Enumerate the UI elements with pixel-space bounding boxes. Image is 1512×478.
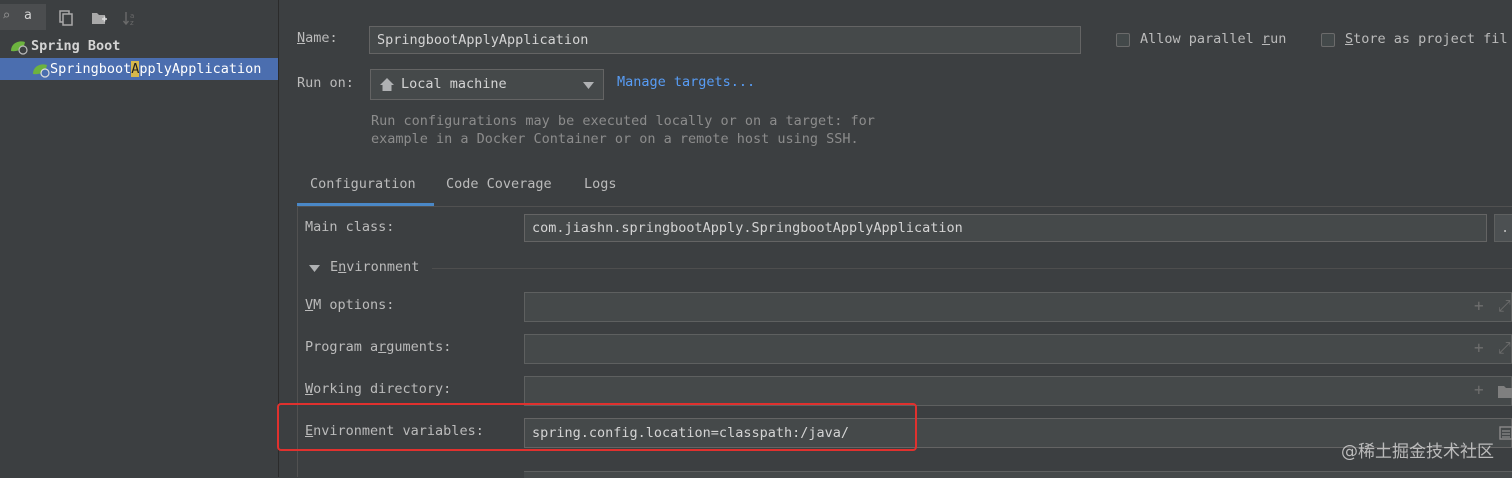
program-arguments-input[interactable]: + ⤢ [524, 334, 1512, 364]
section-separator [432, 268, 1512, 269]
store-as-project-file-label[interactable]: Store as project fil [1345, 31, 1508, 47]
allow-parallel-run-checkbox[interactable] [1116, 33, 1130, 47]
main-class-input[interactable]: com.jiashn.springbootApply.SpringbootApp… [524, 214, 1487, 242]
working-directory-input[interactable]: + [524, 376, 1512, 406]
main-class-label: Main class: [305, 219, 395, 235]
tree-search-field[interactable]: ⌕ a [0, 4, 46, 30]
run-on-value: Local machine [401, 76, 507, 92]
sort-icon[interactable]: a z [122, 10, 138, 26]
edit-list-icon[interactable] [1499, 426, 1512, 440]
name-label: Name: [297, 30, 338, 46]
expand-icon[interactable]: ⤢ [1498, 338, 1511, 358]
tree-item-label: SpringbootApplyApplication [50, 61, 262, 77]
name-input[interactable]: SpringbootApplyApplication [369, 26, 1081, 54]
search-icon: ⌕ [2, 8, 11, 24]
run-on-dropdown[interactable]: Local machine [370, 69, 604, 100]
folder-icon[interactable] [1498, 385, 1512, 398]
run-on-label: Run on: [297, 75, 354, 91]
manage-targets-link[interactable]: Manage targets... [617, 74, 755, 90]
home-icon [380, 78, 394, 91]
watermark: @稀土掘金技术社区 [1341, 442, 1494, 462]
tab-code-coverage[interactable]: Code Coverage [446, 176, 552, 204]
chevron-down-icon [583, 82, 594, 89]
collapse-triangle-icon[interactable] [309, 265, 320, 272]
vm-options-label: VM options: [305, 297, 395, 313]
allow-parallel-run-label[interactable]: Allow parallel run [1140, 31, 1286, 47]
annotation-highlight-box [277, 403, 917, 451]
tab-configuration[interactable]: Configuration [310, 176, 416, 204]
add-icon[interactable]: + [1474, 338, 1484, 357]
run-on-help-line-2: example in a Docker Container or on a re… [371, 131, 859, 147]
tree-item-springboot-apply-application[interactable]: SpringbootApplyApplication [0, 58, 278, 80]
spring-boot-icon [11, 41, 28, 55]
vm-options-input[interactable]: + ⤢ [524, 292, 1512, 322]
tab-logs[interactable]: Logs [584, 176, 617, 204]
expand-icon[interactable]: ⤢ [1498, 296, 1511, 316]
working-directory-label: Working directory: [305, 381, 452, 397]
tree-toolbar: ⌕ a a z [0, 0, 278, 34]
run-on-help-line-1: Run configurations may be executed local… [371, 113, 875, 129]
run-config-tree-panel: ⌕ a a z Spring Boot SpringbootApplyAppli… [0, 0, 278, 477]
tabs-divider [297, 206, 1512, 207]
add-icon[interactable]: + [1474, 296, 1484, 315]
add-icon[interactable]: + [1474, 380, 1484, 399]
browse-main-class-button[interactable]: ... [1494, 214, 1512, 242]
tree-item-label: Spring Boot [31, 38, 121, 54]
store-as-project-file-checkbox[interactable] [1321, 33, 1335, 47]
copy-config-icon[interactable] [58, 10, 74, 26]
spring-boot-app-icon [33, 64, 50, 78]
tree-item-spring-boot[interactable]: Spring Boot [0, 35, 278, 57]
environment-section-title[interactable]: Environment [330, 259, 419, 275]
program-arguments-label: Program arguments: [305, 339, 452, 355]
svg-text:z: z [130, 19, 134, 26]
new-folder-icon[interactable] [91, 10, 107, 26]
search-text: a [24, 8, 32, 23]
